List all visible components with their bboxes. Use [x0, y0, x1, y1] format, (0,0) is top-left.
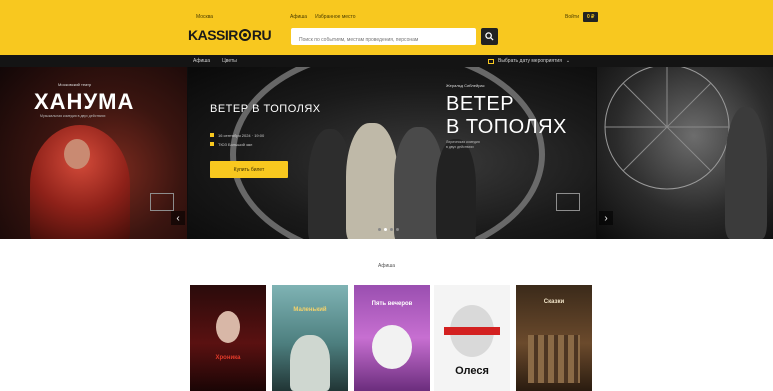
- poster-red-band: [444, 327, 500, 335]
- section-title: Афиша: [377, 263, 396, 269]
- carousel-next-button[interactable]: ›: [599, 211, 613, 225]
- slide-left-caption: Музыкальная комедия в двух действиях: [40, 114, 106, 118]
- login-link[interactable]: Войти: [565, 14, 579, 20]
- poster-title: Маленький: [293, 307, 327, 313]
- event-venue: ТЮЗ Большой зал: [218, 142, 253, 147]
- poster-card-1[interactable]: Хроника: [190, 285, 266, 391]
- city-selector[interactable]: Москва: [196, 14, 213, 20]
- chevron-right-icon: ›: [604, 212, 608, 224]
- theatre-logo-icon: [556, 193, 580, 211]
- page: Москва KASSIR RU Афиша Избранное место В…: [0, 0, 773, 391]
- search-input[interactable]: [291, 31, 476, 49]
- poster-title: Пять вечеров: [371, 301, 413, 307]
- logo-eye-icon: [238, 29, 251, 41]
- location-icon: [210, 142, 214, 146]
- poster-card-3[interactable]: Пять вечеров: [354, 285, 430, 391]
- carousel-dot-active[interactable]: [384, 228, 387, 231]
- slide-next[interactable]: [597, 67, 773, 239]
- poster-face: [216, 311, 240, 343]
- poster-title: Сказки: [543, 299, 565, 305]
- poster-figure: [372, 325, 412, 369]
- slide-left-subtitle: Московский театр: [58, 82, 92, 87]
- calendar-icon: [488, 58, 494, 64]
- slide-main-title: ВЕТЕР В ТОПОЛЯХ: [210, 103, 321, 115]
- poster-card-4[interactable]: Олеся: [434, 285, 510, 391]
- slide-main-genre: Лирическая комедия в двух действиях: [446, 140, 480, 150]
- subnav-item-afisha[interactable]: Афиша: [193, 58, 210, 64]
- actor-figure-4: [436, 139, 476, 239]
- search-icon: [485, 32, 494, 41]
- carousel-dot[interactable]: [378, 228, 381, 231]
- slide-left-title: ХАНУМА: [34, 89, 135, 114]
- date-picker[interactable]: Выбрать дату мероприятия ⌄: [488, 58, 570, 64]
- logo-text-right: RU: [251, 27, 272, 43]
- account-area: Войти 0 ₽: [565, 12, 599, 22]
- banner-carousel: Московский театр ХАНУМА Музыкальная коме…: [0, 67, 773, 239]
- chevron-left-icon: ‹: [176, 212, 180, 224]
- poster-card-5[interactable]: Сказки: [516, 285, 592, 391]
- actor-figure-2: [346, 123, 398, 239]
- slide-main-info: 16 сентября 2024 · 19:00 ТЮЗ Большой зал: [210, 131, 264, 149]
- actress-face: [64, 139, 90, 169]
- carousel-prev-button[interactable]: ‹: [171, 211, 185, 225]
- slide-main-author: Жеральд Сиблейрас: [446, 83, 485, 88]
- subnav-item-flowers[interactable]: Цветы: [222, 58, 237, 64]
- sub-navigation: Афиша Цветы Выбрать дату мероприятия ⌄: [0, 55, 773, 67]
- slide-main-genre-line2: в двух действиях: [446, 145, 474, 149]
- logo-text-left: KASSIR: [188, 27, 238, 43]
- actor-figure-right: [725, 107, 767, 239]
- header-link-afisha[interactable]: Афиша: [290, 14, 307, 20]
- buy-ticket-button[interactable]: Купить билет: [210, 161, 288, 178]
- slide-hanuma[interactable]: Московский театр ХАНУМА Музыкальная коме…: [0, 67, 187, 239]
- date-picker-label: Выбрать дату мероприятия: [498, 58, 562, 64]
- kassir-logo[interactable]: KASSIR RU: [188, 27, 272, 43]
- subnav-items: Афиша Цветы: [193, 58, 237, 64]
- carousel-dots: [378, 228, 399, 231]
- header: Москва KASSIR RU Афиша Избранное место В…: [0, 0, 773, 55]
- slide-main-big-title-2: В ТОПОЛЯХ: [446, 116, 567, 138]
- search-box: [291, 28, 476, 49]
- event-date: 16 сентября 2024 · 19:00: [218, 133, 265, 138]
- search-button[interactable]: [481, 28, 498, 45]
- carousel-dot[interactable]: [396, 228, 399, 231]
- poster-figure: [290, 335, 330, 391]
- poster-title: Олеся: [455, 365, 489, 377]
- slide-main-big-title-1: ВЕТЕР: [446, 93, 515, 115]
- theatre-logo-icon: [150, 193, 174, 211]
- cart-button[interactable]: 0 ₽: [583, 12, 599, 22]
- header-link-venue[interactable]: Избранное место: [315, 14, 355, 20]
- calendar-icon: [210, 133, 214, 137]
- slide-veter[interactable]: ВЕТЕР В ТОПОЛЯХ 16 сентября 2024 · 19:00…: [188, 67, 596, 239]
- poster-books: [528, 335, 580, 383]
- poster-title: Хроника: [215, 355, 241, 361]
- poster-card-2[interactable]: Маленький: [272, 285, 348, 391]
- chevron-down-icon: ⌄: [565, 58, 571, 64]
- header-links: Афиша Избранное место: [290, 14, 356, 20]
- carousel-dot[interactable]: [390, 228, 393, 231]
